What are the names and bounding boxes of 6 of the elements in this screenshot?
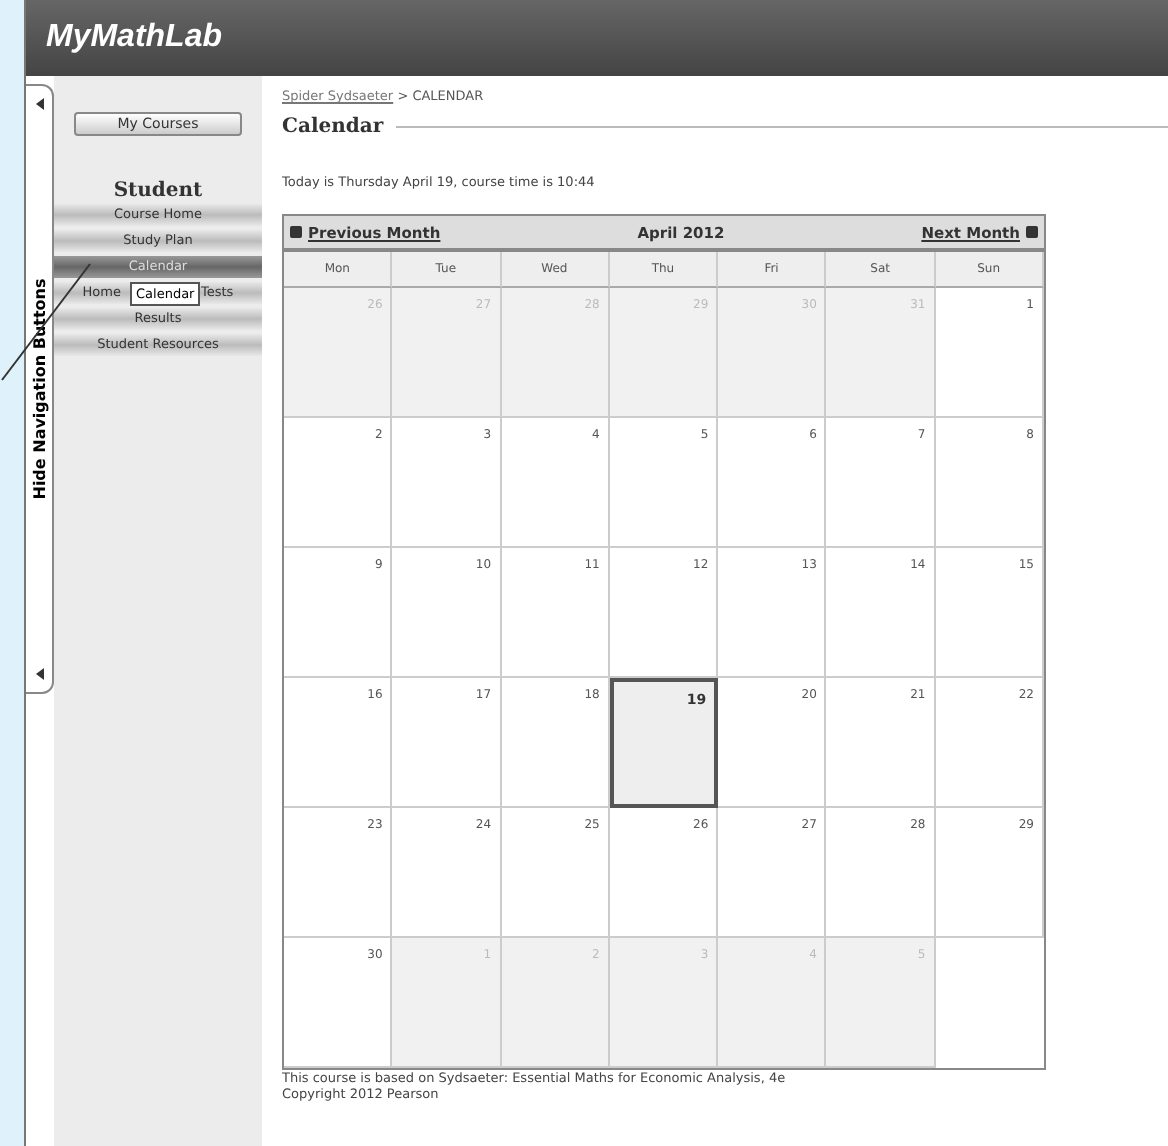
hide-navigation-tab[interactable]: Hide Navigation Buttons bbox=[26, 84, 54, 694]
sidebar-heading: Student bbox=[111, 180, 205, 202]
page-title: Calendar bbox=[282, 116, 384, 138]
left-triangle-icon bbox=[35, 98, 43, 110]
left-triangle-icon bbox=[35, 668, 43, 680]
logo-text: MyMathLab bbox=[46, 20, 222, 56]
